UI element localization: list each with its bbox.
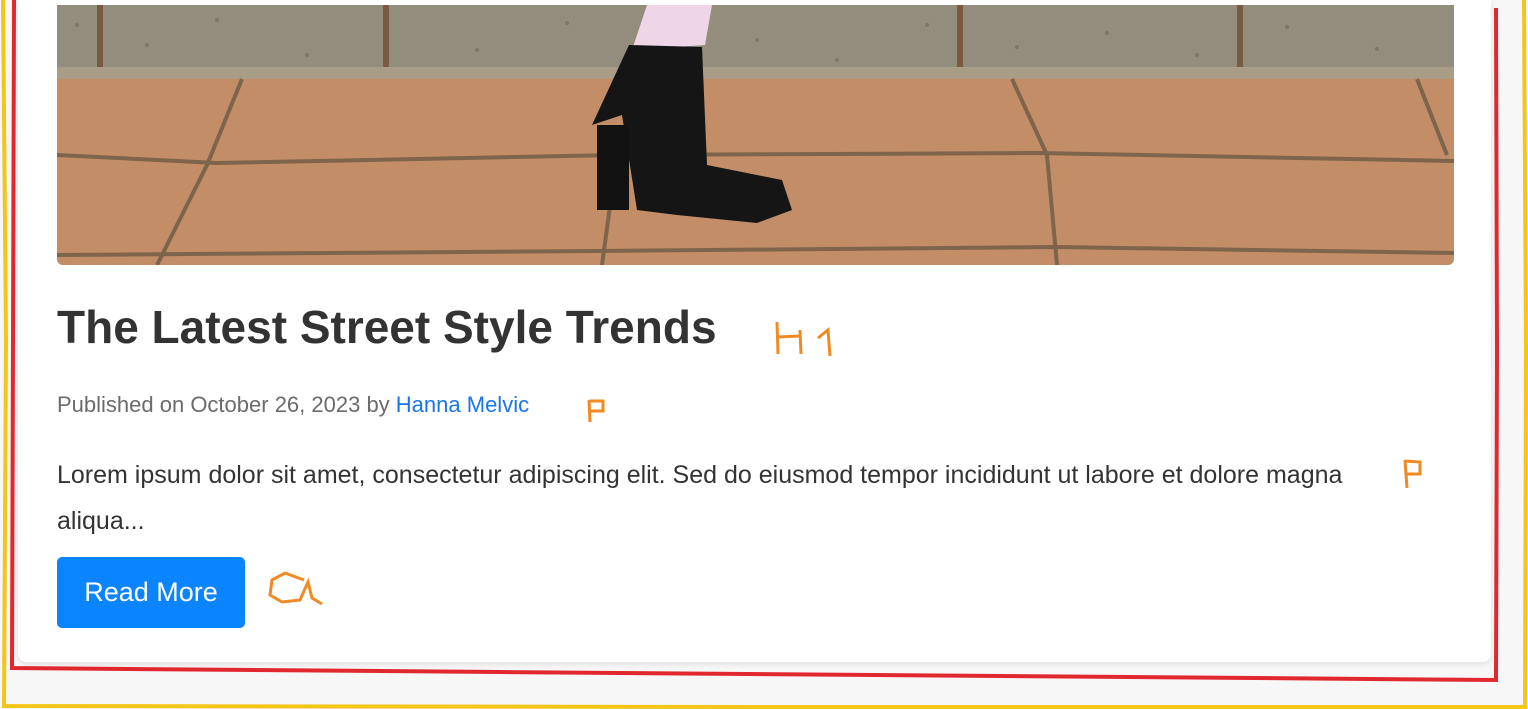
- hero-image: [57, 5, 1454, 265]
- post-meta: Published on October 26, 2023 by Hanna M…: [57, 392, 529, 418]
- page: The Latest Street Style Trends Published…: [0, 0, 1528, 709]
- read-more-button[interactable]: Read More: [57, 557, 245, 628]
- published-date-text: Published on October 26, 2023 by: [57, 392, 396, 417]
- page-title: The Latest Street Style Trends: [57, 301, 717, 353]
- post-excerpt: Lorem ipsum dolor sit amet, consectetur …: [57, 461, 1343, 535]
- author-link[interactable]: Hanna Melvic: [396, 392, 529, 417]
